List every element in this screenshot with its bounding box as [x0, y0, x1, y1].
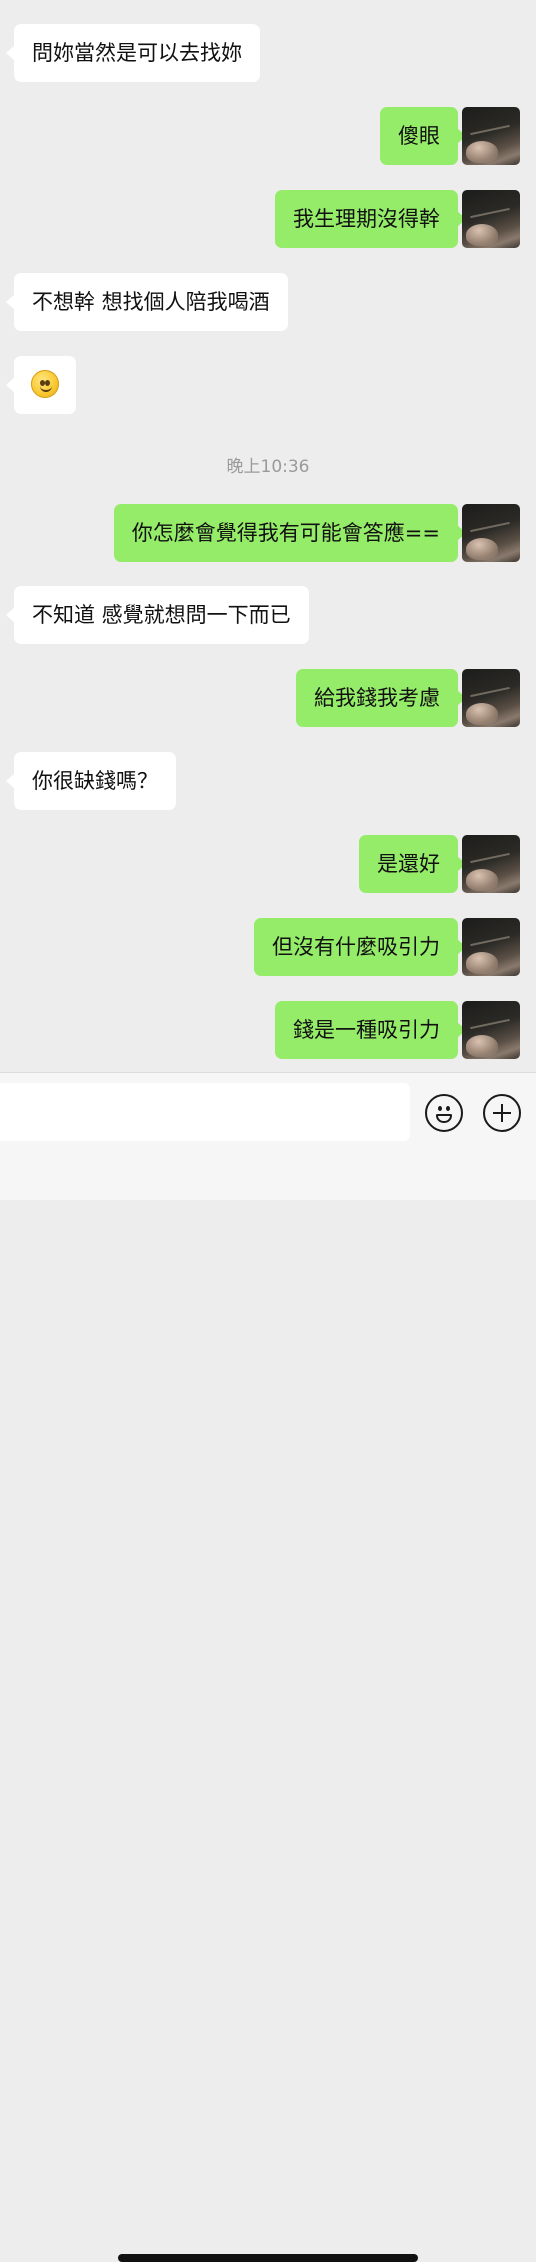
message-bubble-outgoing[interactable]: 錢是一種吸引力	[275, 1001, 466, 1059]
user-avatar[interactable]	[462, 107, 520, 165]
user-avatar[interactable]	[462, 669, 520, 727]
smiling-face-emoji-icon	[31, 370, 59, 398]
home-indicator	[118, 2254, 418, 2262]
user-avatar[interactable]	[462, 504, 520, 562]
message-bubble-incoming[interactable]: 不知道 感覺就想問一下而已	[6, 586, 309, 644]
message-bubble-incoming[interactable]: 你很缺錢嗎？	[6, 752, 176, 810]
message-input-bar	[0, 1072, 536, 2262]
user-avatar[interactable]	[462, 1001, 520, 1059]
message-bubble-outgoing[interactable]: 我生理期沒得幹	[275, 190, 466, 248]
message-timestamp: 晚上10:36	[226, 457, 310, 477]
plus-circle-icon[interactable]	[483, 1094, 521, 1132]
message-bubble-incoming[interactable]: 不想幹 想找個人陪我喝酒	[6, 273, 288, 331]
message-input[interactable]	[0, 1083, 410, 1141]
message-bubble-outgoing[interactable]: 你怎麼會覺得我有可能會答應==	[113, 504, 467, 562]
message-bubble-incoming[interactable]: 問妳當然是可以去找妳	[6, 24, 260, 82]
message-bubble-outgoing[interactable]: 傻眼	[380, 107, 466, 165]
message-bubble-outgoing[interactable]: 給我錢我考慮	[296, 669, 466, 727]
message-bubble-incoming-emoji[interactable]	[6, 356, 76, 414]
user-avatar[interactable]	[462, 918, 520, 976]
chat-history: 問妳當然是可以去找妳 傻眼 我生理期沒得幹 不想幹 想找個人陪我喝酒 晚上10:…	[0, 0, 536, 1072]
message-bubble-outgoing[interactable]: 是還好	[359, 835, 466, 893]
user-avatar[interactable]	[462, 190, 520, 248]
user-avatar[interactable]	[462, 835, 520, 893]
message-bubble-outgoing[interactable]: 但沒有什麼吸引力	[254, 918, 466, 976]
smiley-face-icon[interactable]	[425, 1094, 463, 1132]
